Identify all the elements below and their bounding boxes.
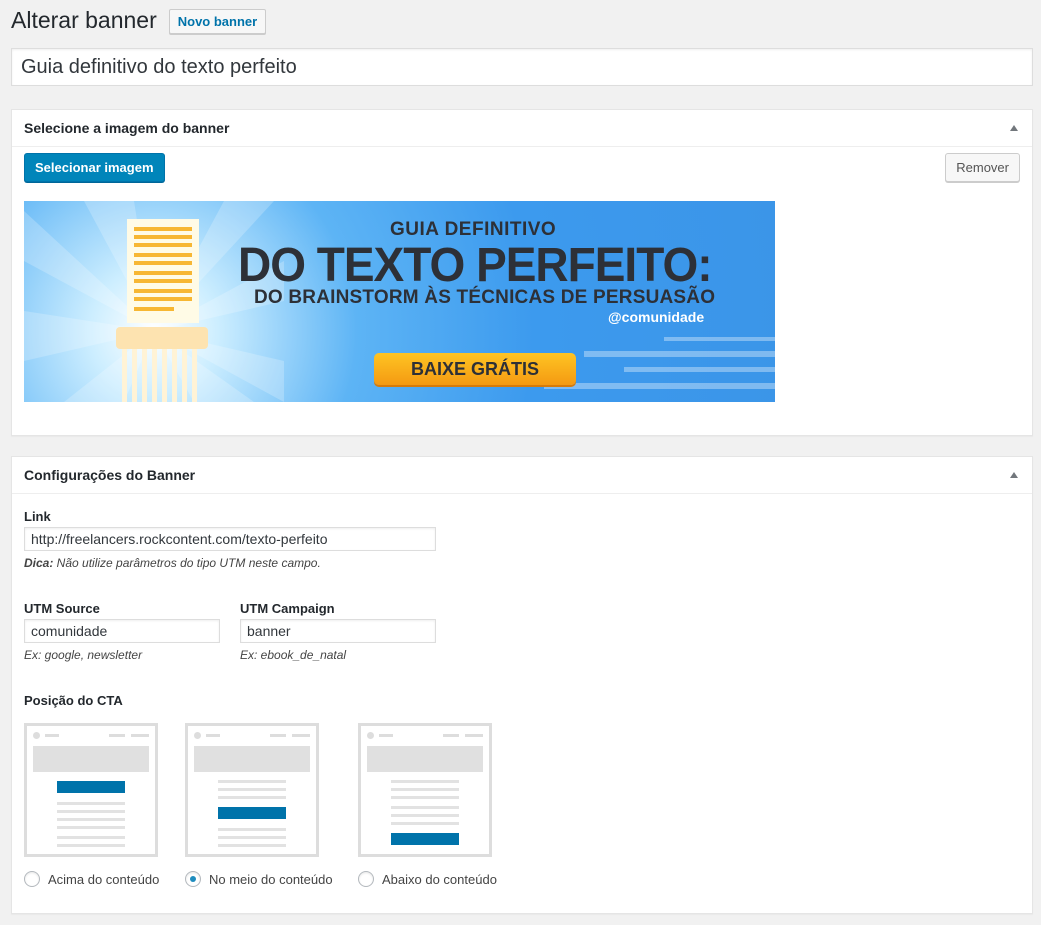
collapse-arrow-icon[interactable] [1010,472,1018,478]
cta-above-radio[interactable] [24,871,40,887]
cta-middle-label[interactable]: No meio do conteúdo [209,872,333,887]
banner-brand: @comunidade [608,309,705,325]
utm-source-input[interactable] [24,619,220,643]
link-hint: Dica: Não utilize parâmetros do tipo UTM… [24,556,321,570]
cta-option-above[interactable]: Acima do conteúdo [24,871,159,887]
utm-source-label: UTM Source [24,601,100,616]
cta-above-preview[interactable] [24,723,158,857]
banner-subheadline: DO BRAINSTORM ÀS TÉCNICAS DE PERSUASÃO [254,287,716,308]
image-postbox-header[interactable]: Selecione a imagem do banner [12,110,1032,147]
link-input[interactable] [24,527,436,551]
cta-option-middle[interactable]: No meio do conteúdo [185,871,333,887]
utm-campaign-input[interactable] [240,619,436,643]
cta-above-label[interactable]: Acima do conteúdo [48,872,159,887]
banner-image: GUIA DEFINITIVO DO TEXTO PERFEITO: DO BR… [24,201,775,402]
cta-below-preview[interactable] [358,723,492,857]
page-header: Alterar banner Novo banner [11,6,267,35]
cta-position-label: Posição do CTA [24,693,123,708]
utm-source-hint: Ex: google, newsletter [24,648,143,662]
link-hint-bold: Dica: [24,556,54,570]
collapse-arrow-icon[interactable] [1010,125,1018,131]
link-label: Link [24,509,51,524]
banner-title-input[interactable] [11,48,1033,86]
new-banner-button[interactable]: Novo banner [168,8,267,34]
utm-campaign-hint: Ex: ebook_de_natal [240,648,347,662]
banner-cta: BAIXE GRÁTIS [374,353,576,385]
image-postbox: Selecione a imagem do banner Selecionar … [11,109,1033,436]
cta-middle-radio[interactable] [185,871,201,887]
select-image-button[interactable]: Selecionar imagem [24,153,165,182]
image-postbox-title: Selecione a imagem do banner [24,120,230,136]
settings-postbox-title: Configurações do Banner [24,467,196,483]
remove-image-button[interactable]: Remover [945,153,1020,182]
settings-postbox-header[interactable]: Configurações do Banner [12,457,1032,494]
link-hint-text: Não utilize parâmetros do tipo UTM neste… [53,556,321,570]
cta-below-label[interactable]: Abaixo do conteúdo [382,872,497,887]
utm-campaign-label: UTM Campaign [240,601,335,616]
cta-middle-preview[interactable] [185,723,319,857]
cta-option-below[interactable]: Abaixo do conteúdo [358,871,497,887]
page-title: Alterar banner [11,7,157,33]
banner-headline-large: DO TEXTO PERFEITO: [238,236,713,292]
settings-postbox: Configurações do Banner Link Dica: Não u… [11,456,1033,914]
cta-below-radio[interactable] [358,871,374,887]
